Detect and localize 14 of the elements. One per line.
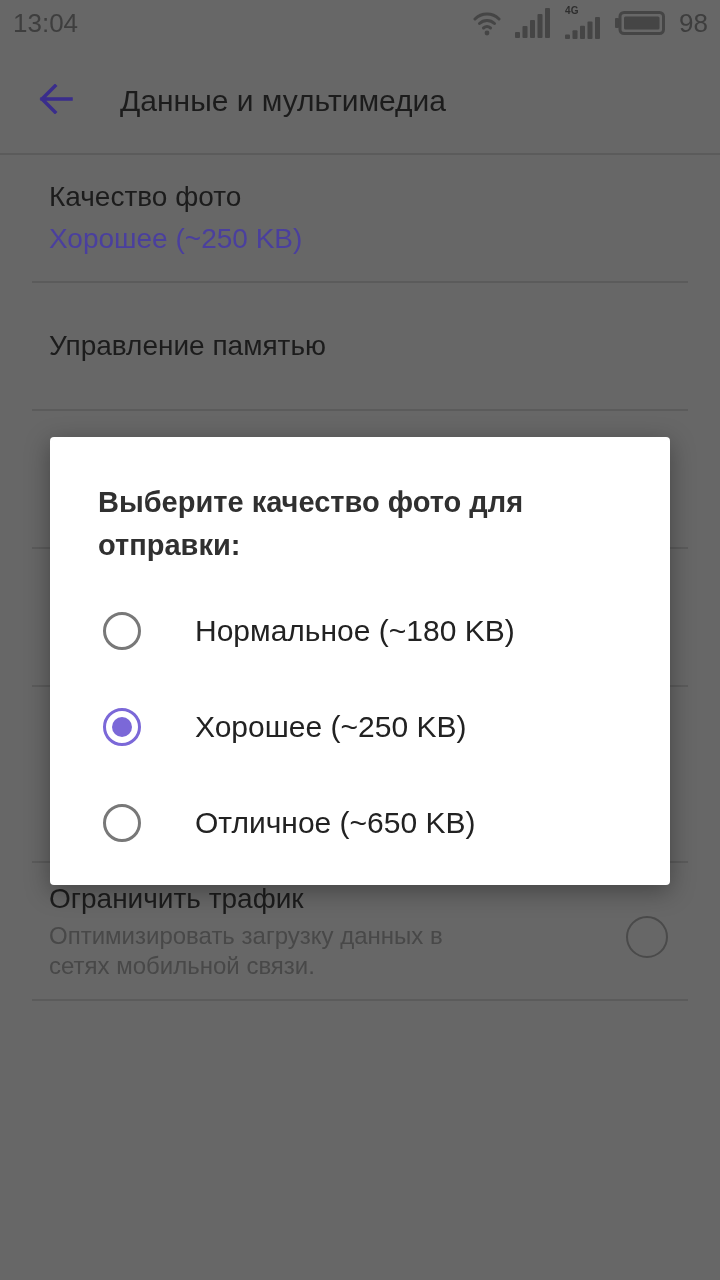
dialog-title: Выберите качество фото для отправки:	[98, 485, 525, 563]
option-label[interactable]: Отличное (~650 KB)	[195, 806, 476, 840]
network-type-label: 4G	[565, 6, 579, 16]
option-label[interactable]: Нормальное (~180 KB)	[195, 614, 515, 648]
radio-button[interactable]	[103, 804, 141, 842]
checkbox[interactable]	[626, 916, 668, 958]
screen-title: Данные и мультимедиа	[120, 84, 446, 118]
option-label[interactable]: Хорошее (~250 KB)	[195, 710, 467, 744]
battery-icon	[615, 10, 666, 35]
back-arrow-icon	[39, 84, 73, 114]
radio-button[interactable]	[103, 612, 141, 650]
signal-icon	[515, 7, 552, 38]
radio-button[interactable]	[103, 708, 141, 746]
signal-icon	[565, 17, 602, 39]
